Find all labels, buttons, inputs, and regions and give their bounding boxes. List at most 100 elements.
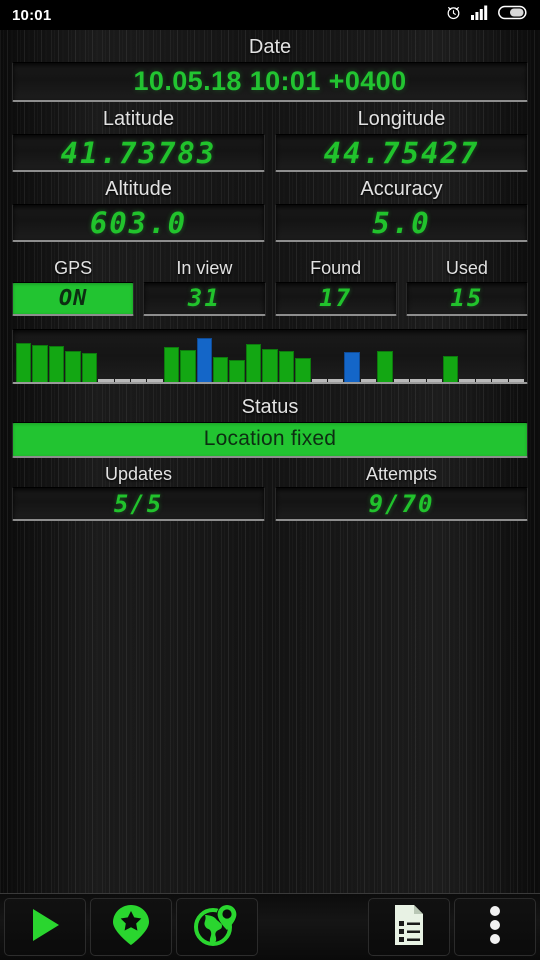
alt-acc-row: Altitude 603.0 Accuracy 5.0 (12, 172, 528, 242)
altitude-field[interactable]: 603.0 (12, 204, 265, 242)
gps-status-app: 10:01 Date 10.05.18 10:01 +0400 Latitude… (0, 0, 540, 960)
satellite-bar-slot (98, 333, 114, 382)
satellite-bar-slot (48, 333, 65, 382)
satellite-bar-slot (442, 333, 459, 382)
attempts-label: Attempts (365, 463, 438, 484)
accuracy-value: 5.0 (372, 205, 431, 240)
pin-star-icon (111, 903, 151, 952)
satellite-bar-slot (163, 333, 180, 382)
gps-label: GPS (54, 258, 93, 278)
accuracy-group: Accuracy 5.0 (275, 172, 528, 242)
satellite-bar-slot (295, 333, 311, 382)
map-button[interactable] (176, 898, 258, 956)
start-button[interactable] (4, 898, 86, 956)
satellite-bar (245, 344, 262, 382)
latitude-group: Latitude 41.73783 (12, 102, 265, 172)
satellite-bar-slot (508, 333, 525, 382)
satellite-bar-slot (229, 333, 245, 382)
main-content: Date 10.05.18 10:01 +0400 Latitude 41.73… (0, 30, 540, 522)
gps-state-field[interactable]: ON (12, 281, 135, 316)
satellite-bars (16, 333, 525, 382)
updates-group: Updates 5/5 (12, 458, 265, 522)
overflow-menu-button[interactable] (454, 898, 536, 956)
satellite-bar-slot (426, 333, 442, 382)
altitude-label: Altitude (105, 178, 172, 200)
alarm-icon (445, 4, 462, 26)
satellite-bar (16, 343, 32, 382)
used-label: Used (445, 258, 488, 278)
system-status-bar: 10:01 (0, 0, 540, 30)
longitude-value: 44.75427 (323, 135, 480, 170)
latitude-field[interactable]: 41.73783 (12, 134, 265, 172)
latitude-value: 41.73783 (60, 135, 217, 170)
found-field[interactable]: 17 (274, 281, 397, 316)
satellite-bar-slot (32, 333, 48, 382)
satellite-bar-empty (393, 378, 410, 382)
satellite-bar-slot (410, 333, 426, 382)
satellite-bar (180, 350, 196, 382)
document-list-icon (392, 904, 426, 951)
gps-group: GPS ON (12, 252, 135, 316)
satellite-bar-slot (180, 333, 196, 382)
satellite-bar-slot (262, 333, 278, 382)
used-field[interactable]: 15 (405, 281, 528, 316)
satellite-bar-slot (147, 333, 163, 382)
satellite-bar-slot (344, 333, 360, 382)
battery-icon (498, 5, 528, 25)
satellite-bar (163, 347, 180, 382)
satellite-bar-slot (328, 333, 344, 382)
satellite-bar (213, 357, 229, 382)
attempts-group: Attempts 9/70 (275, 458, 528, 522)
satellite-bar (196, 337, 213, 382)
used-value: 15 (450, 284, 484, 313)
attempts-field[interactable]: 9/70 (275, 487, 528, 522)
found-value: 17 (319, 284, 353, 313)
used-group: Used 15 (405, 252, 528, 316)
satellite-bar-slot (311, 333, 328, 382)
updates-label: Updates (104, 463, 173, 484)
satellite-bar-empty (492, 378, 508, 382)
satellite-bar-slot (377, 333, 393, 382)
date-value: 10.05.18 10:01 +0400 (133, 66, 407, 96)
longitude-field[interactable]: 44.75427 (275, 134, 528, 172)
satellite-bar-slot (213, 333, 229, 382)
set-location-button[interactable] (90, 898, 172, 956)
satellite-bar-slot (393, 333, 410, 382)
satellite-bar-empty (426, 378, 442, 382)
play-icon (25, 905, 65, 950)
accuracy-field[interactable]: 5.0 (275, 204, 528, 242)
satellite-bar-slot (130, 333, 147, 382)
altitude-value: 603.0 (89, 205, 188, 240)
satellite-bar (32, 345, 48, 382)
date-field[interactable]: 10.05.18 10:01 +0400 (12, 62, 528, 102)
in-view-field[interactable]: 31 (143, 281, 266, 316)
satellite-bar-slot (196, 333, 213, 382)
satellite-bar-empty (475, 378, 492, 382)
accuracy-label: Accuracy (360, 178, 443, 200)
status-field: Location fixed (12, 421, 528, 458)
satellite-signal-chart[interactable] (12, 328, 528, 384)
log-button[interactable] (368, 898, 450, 956)
satellite-bar-slot (459, 333, 475, 382)
globe-pin-icon (194, 903, 240, 952)
satellite-bar-empty (508, 378, 525, 382)
updates-value: 5/5 (113, 489, 164, 518)
status-label: Status (241, 395, 299, 418)
satellite-bar-slot (16, 333, 32, 382)
longitude-label: Longitude (357, 108, 446, 130)
counters-row: Updates 5/5 Attempts 9/70 (12, 458, 528, 522)
attempts-value: 9/70 (368, 489, 435, 518)
satellite-bar-slot (65, 333, 81, 382)
gps-state-value: ON (58, 285, 88, 311)
more-vertical-icon (489, 905, 501, 950)
latitude-label: Latitude (102, 108, 175, 130)
satellite-bar (262, 349, 278, 382)
status-bar-clock: 10:01 (12, 6, 52, 24)
satellite-counts-row: GPS ON In view 31 Found 17 Used 15 (12, 252, 528, 316)
satellite-bar (278, 351, 295, 382)
satellite-bar (377, 351, 393, 382)
satellite-bar-slot (360, 333, 377, 382)
latlon-row: Latitude 41.73783 Longitude 44.75427 (12, 102, 528, 172)
updates-field[interactable]: 5/5 (12, 487, 265, 522)
satellite-bar-slot (278, 333, 295, 382)
